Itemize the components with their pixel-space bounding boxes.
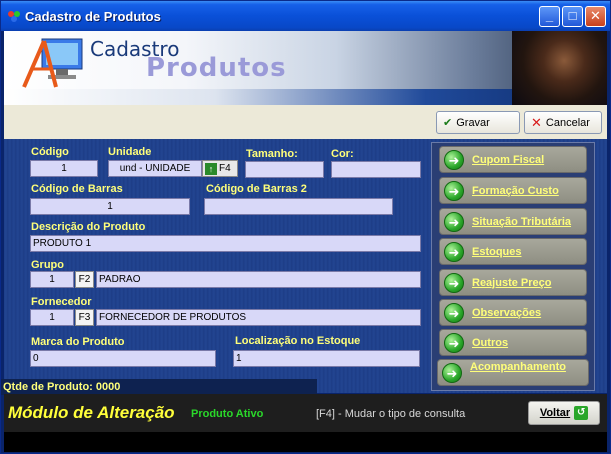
unidade-lookup-button[interactable]: ↑ F4	[202, 160, 238, 177]
observacoes-label: Observações	[472, 306, 542, 319]
arrow-right-icon: ➜	[444, 332, 464, 353]
banner-title-line2: Produtos	[146, 53, 287, 83]
reajuste-preco-label: Reajuste Preço	[472, 276, 552, 289]
window-title: Cadastro de Produtos	[25, 9, 161, 24]
status-bar: Módulo de Alteração Produto Ativo [F4] -…	[4, 394, 607, 432]
shortcut-hint: [F4] - Mudar o tipo de consulta	[316, 408, 466, 420]
marca-field[interactable]: 0	[30, 350, 216, 367]
cupom-fiscal-button[interactable]: ➜ Cupom Fiscal	[439, 146, 587, 173]
grupo-lookup-button[interactable]: F2	[75, 271, 94, 288]
estoques-button[interactable]: ➜ Estoques	[439, 238, 587, 265]
cupom-fiscal-label: Cupom Fiscal	[472, 153, 545, 166]
check-icon: ✔	[443, 117, 453, 129]
unidade-key: F4	[219, 163, 231, 174]
formacao-custo-label: Formação Custo	[472, 184, 559, 197]
cor-label: Cor:	[331, 148, 354, 160]
localizacao-label: Localização no Estoque	[235, 335, 361, 347]
back-button[interactable]: Voltar ↺	[528, 401, 600, 425]
options-panel: ➜ Cupom Fiscal ➜ Formação Custo ➜ Situaç…	[431, 142, 595, 391]
save-button[interactable]: ✔ Gravar	[436, 111, 520, 134]
grupo-code-field[interactable]: 1	[30, 271, 74, 288]
codigo-field[interactable]: 1	[30, 160, 98, 177]
maximize-icon: □	[568, 8, 577, 23]
monitor-logo-icon	[22, 38, 83, 88]
product-quantity: Qtde de Produto: 0000	[1, 379, 317, 395]
codigo-barras2-label: Código de Barras 2	[206, 183, 307, 195]
module-title: Módulo de Alteração	[8, 403, 175, 422]
codigo-label: Código	[31, 146, 69, 158]
arrow-right-icon: ➜	[444, 149, 464, 170]
arrow-right-icon: ➜	[444, 302, 464, 323]
observacoes-button[interactable]: ➜ Observações	[439, 299, 587, 326]
arrow-up-icon: ↑	[205, 162, 217, 175]
localizacao-field[interactable]: 1	[233, 350, 420, 367]
fornecedor-name-field[interactable]: FORNECEDOR DE PRODUTOS	[96, 309, 421, 326]
back-arrow-icon: ↺	[574, 406, 589, 420]
close-button[interactable]: ✕	[585, 6, 606, 27]
fornecedor-code-field[interactable]: 1	[30, 309, 74, 326]
grupo-label: Grupo	[31, 259, 64, 271]
tamanho-field[interactable]	[245, 161, 324, 178]
unidade-field[interactable]: und - UNIDADE	[108, 160, 202, 177]
title-bar[interactable]: Cadastro de Produtos _ □ ✕	[1, 1, 610, 31]
footer-bar	[4, 432, 607, 452]
grupo-name-field[interactable]: PADRAO	[96, 271, 421, 288]
app-icon	[8, 11, 20, 22]
marca-label: Marca do Produto	[31, 336, 125, 348]
unidade-label: Unidade	[108, 146, 152, 158]
arrow-right-icon: ➜	[444, 272, 464, 293]
acompanhamento-button[interactable]: ➜ Acompanhamento	[437, 359, 589, 386]
codigo-barras-field[interactable]: 1	[30, 198, 190, 215]
arrow-right-icon: ➜	[444, 241, 464, 262]
app-window: Cadastro de Produtos _ □ ✕ Cadastro Prod…	[0, 0, 611, 454]
reajuste-preco-button[interactable]: ➜ Reajuste Preço	[439, 269, 587, 296]
x-icon: ✕	[531, 114, 542, 130]
arrow-right-icon: ➜	[444, 211, 464, 232]
banner-photo	[512, 31, 607, 105]
header-banner: Cadastro Produtos	[4, 31, 607, 105]
outros-button[interactable]: ➜ Outros	[439, 329, 587, 356]
minimize-button[interactable]: _	[539, 6, 560, 27]
fornecedor-label: Fornecedor	[31, 296, 92, 308]
arrow-right-icon: ➜	[442, 362, 462, 383]
formacao-custo-button[interactable]: ➜ Formação Custo	[439, 177, 587, 204]
descricao-label: Descrição do Produto	[31, 221, 146, 233]
maximize-button[interactable]: □	[562, 6, 583, 27]
fornecedor-lookup-button[interactable]: F3	[75, 309, 94, 326]
cor-field[interactable]	[331, 161, 421, 178]
cancel-button[interactable]: ✕ Cancelar	[524, 111, 602, 134]
back-label: Voltar	[539, 407, 571, 419]
close-icon: ✕	[590, 8, 601, 23]
arrow-right-icon: ➜	[444, 180, 464, 201]
product-status: Produto Ativo	[191, 408, 264, 420]
tamanho-label: Tamanho:	[246, 148, 298, 160]
codigo-barras-label: Código de Barras	[31, 183, 123, 195]
acompanhamento-label: Acompanhamento	[470, 360, 566, 373]
toolbar: ✔ Gravar ✕ Cancelar	[4, 105, 607, 139]
save-label: Gravar	[456, 116, 490, 129]
descricao-field[interactable]: PRODUTO 1	[30, 235, 421, 252]
situacao-tributaria-label: Situação Tributária	[472, 215, 572, 228]
outros-label: Outros	[472, 336, 509, 349]
situacao-tributaria-button[interactable]: ➜ Situação Tributária	[439, 208, 587, 235]
estoques-label: Estoques	[472, 245, 522, 258]
codigo-barras2-field[interactable]	[204, 198, 393, 215]
minimize-icon: _	[545, 8, 554, 23]
cancel-label: Cancelar	[545, 116, 590, 129]
